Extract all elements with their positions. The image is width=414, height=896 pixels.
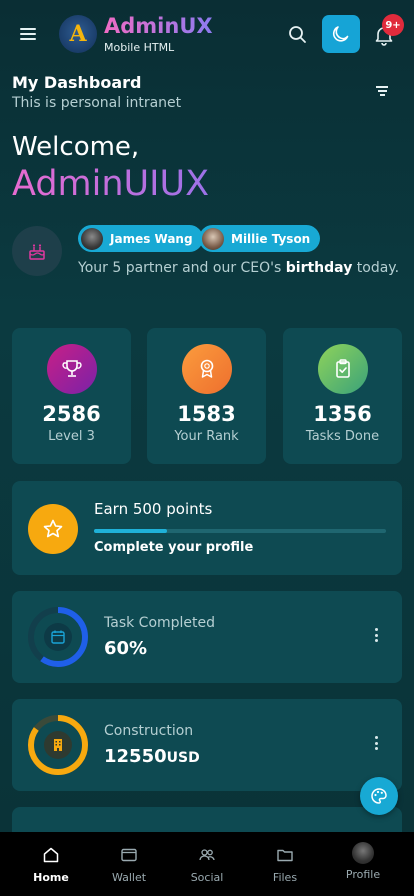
palette-icon[interactable] <box>360 777 398 815</box>
person-name: James Wang <box>110 231 193 246</box>
nav-label: Social <box>190 871 224 884</box>
folder-icon <box>275 845 295 865</box>
nav-files[interactable]: Files <box>249 832 321 896</box>
nav-label: Profile <box>345 868 381 881</box>
menu-icon[interactable] <box>20 25 42 43</box>
trophy-icon <box>46 344 97 394</box>
nav-social[interactable]: Social <box>171 832 243 896</box>
brand-subtitle: Mobile HTML <box>104 41 175 54</box>
earn-points-card[interactable]: Earn 500 points Complete your profile <box>12 481 402 575</box>
nav-wallet[interactable]: Wallet <box>93 832 165 896</box>
nav-label: Wallet <box>111 871 147 884</box>
person-name: Millie Tyson <box>231 231 311 246</box>
stat-label: Level 3 <box>48 429 95 444</box>
stat-value: 1356 <box>313 402 372 426</box>
stat-value: 1583 <box>177 402 236 426</box>
people-icon <box>197 845 217 865</box>
profile-progress-bar <box>94 529 386 533</box>
page-title: My Dashboard <box>12 73 142 92</box>
stat-value: 2586 <box>42 402 101 426</box>
page-subtitle: This is personal intranet <box>12 95 182 111</box>
stat-card-rank[interactable]: 1583 Your Rank <box>147 328 266 464</box>
nav-home[interactable]: Home <box>15 832 87 896</box>
clipboard-check-icon <box>317 344 368 394</box>
medal-icon <box>181 344 232 394</box>
calendar-icon <box>44 623 72 651</box>
stat-card-level[interactable]: 2586 Level 3 <box>12 328 131 464</box>
home-icon <box>41 845 61 865</box>
avatar <box>81 227 103 250</box>
task-label: Construction <box>104 723 194 739</box>
moon-icon <box>332 26 349 42</box>
earn-title: Earn 500 points <box>94 500 213 518</box>
birthday-person-chip[interactable]: James Wang <box>78 225 203 252</box>
nav-label: Files <box>272 871 298 884</box>
bottom-nav: Home Wallet Social Files Profile <box>0 832 414 896</box>
construction-card[interactable]: Construction 12550USD <box>12 699 402 791</box>
building-icon <box>44 731 72 759</box>
task-completed-card[interactable]: Task Completed 60% <box>12 591 402 683</box>
nav-label: Home <box>33 871 69 884</box>
brand-title: AdminUX <box>104 14 213 38</box>
stat-card-tasks[interactable]: 1356 Tasks Done <box>283 328 402 464</box>
task-value: 60% <box>104 638 148 659</box>
search-icon[interactable] <box>287 24 309 46</box>
earn-subtitle[interactable]: Complete your profile <box>94 540 253 555</box>
stat-label: Tasks Done <box>305 429 380 444</box>
more-options-icon[interactable] <box>372 736 380 754</box>
nav-profile[interactable]: Profile <box>327 832 399 896</box>
stat-label: Your Rank <box>174 429 239 444</box>
theme-toggle-button[interactable] <box>322 15 360 53</box>
star-icon <box>28 504 78 554</box>
progress-fill <box>94 529 167 533</box>
avatar-icon <box>352 842 374 864</box>
more-options-icon[interactable] <box>372 628 380 646</box>
task-label: Task Completed <box>104 615 216 631</box>
wallet-icon <box>119 845 139 865</box>
birthday-message: Your 5 partner and our CEO's birthday to… <box>78 260 400 276</box>
birthday-person-chip[interactable]: Millie Tyson <box>199 225 321 252</box>
logo: A <box>59 15 97 53</box>
top-header: A AdminUX Mobile HTML 9+ <box>0 0 414 70</box>
welcome-greeting: Welcome, <box>12 132 140 162</box>
filter-icon[interactable] <box>375 86 389 98</box>
welcome-name: AdminUIUX <box>12 164 210 204</box>
task-value: 12550USD <box>104 746 200 767</box>
notification-badge: 9+ <box>382 14 404 36</box>
avatar <box>202 227 224 250</box>
cake-icon <box>12 226 62 276</box>
